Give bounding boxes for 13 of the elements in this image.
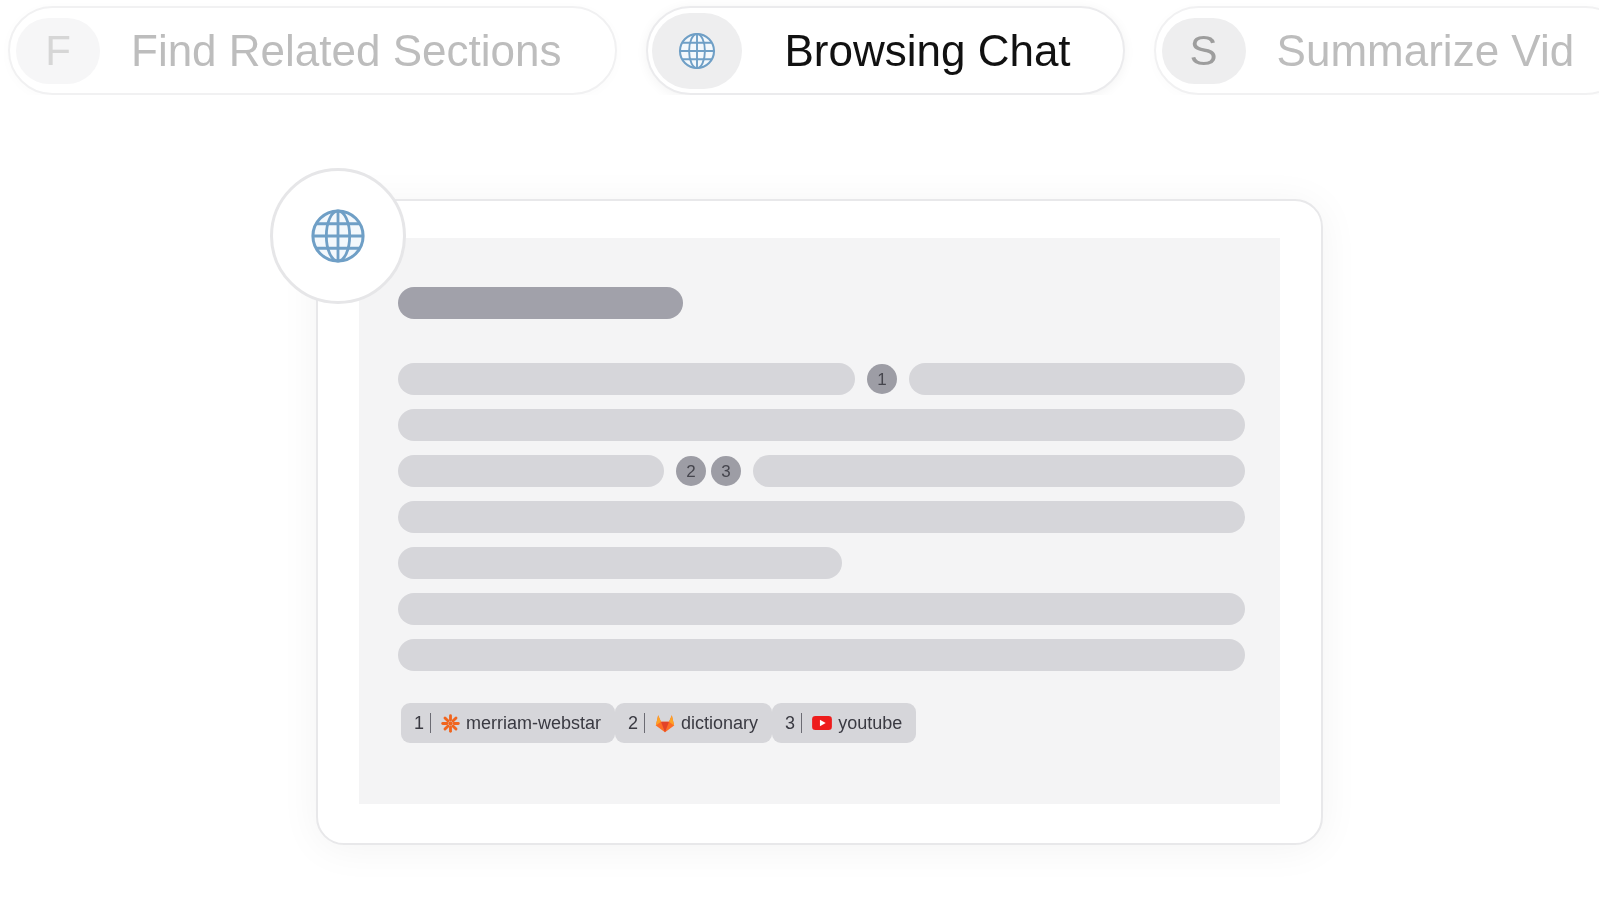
source-chip[interactable]: 1 merriam-webstar [401, 703, 616, 743]
citation-marker[interactable]: 1 [867, 364, 897, 394]
sunburst-icon [441, 713, 460, 733]
tab[interactable]: S Summarize Vid [1153, 6, 1599, 95]
source-chip[interactable]: 2 dictionary [615, 703, 773, 743]
letter-avatar: S [1161, 17, 1246, 84]
globe-icon [652, 12, 743, 89]
video-play-icon [812, 716, 833, 730]
source-chip[interactable]: 3 youtube [772, 703, 917, 743]
citation-marker[interactable]: 3 [711, 456, 741, 486]
tab[interactable]: Browsing Chat [646, 6, 1125, 95]
fox-icon [655, 713, 676, 733]
citation-marker[interactable]: 2 [676, 456, 706, 486]
